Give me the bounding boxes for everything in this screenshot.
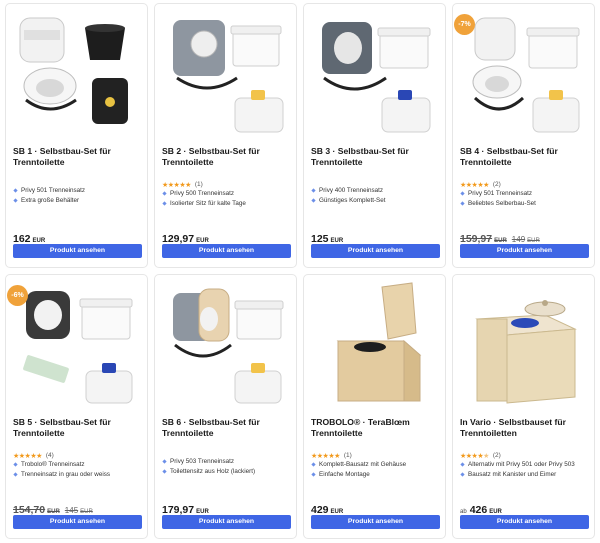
product-card[interactable]: SB 6 · Selbstbau-Set für Trenntoilette P… xyxy=(154,274,297,539)
feature-item: Trenneinsatz in grau oder weiss xyxy=(13,470,145,480)
discount-badge: -7% xyxy=(454,14,475,35)
price-strike: 145 xyxy=(64,506,79,515)
product-title[interactable]: SB 5 · Selbstbau-Set für Trenntoilette xyxy=(13,417,145,439)
feature-item: Alternativ mit Privy 501 oder Privy 503 xyxy=(460,460,592,470)
view-product-button[interactable]: Produkt ansehen xyxy=(311,515,440,529)
view-product-button[interactable]: Produkt ansehen xyxy=(162,244,291,258)
toilet-seat-bucket-tank-icon xyxy=(19,17,128,124)
feature-item: Trobolo® Trenneinsatz xyxy=(13,460,145,470)
feature-item: Beliebtes Selberbau-Set xyxy=(460,199,592,209)
product-image[interactable] xyxy=(10,279,145,407)
product-image[interactable] xyxy=(457,279,592,407)
product-card[interactable]: In Vario · Selbstbauset für Trenntoilett… xyxy=(452,274,595,539)
product-card[interactable]: -6% SB 5 · Selbstbau-Set für Trenntoilet… xyxy=(5,274,148,539)
separator-canister-icon xyxy=(322,22,431,133)
review-count: (2) xyxy=(492,452,501,459)
review-count: (4) xyxy=(45,452,54,459)
wooden-toilet-box-icon xyxy=(475,300,577,404)
toilet-seat-canister-icon xyxy=(472,17,580,133)
wooden-toilet-box-icon xyxy=(336,282,422,402)
product-title[interactable]: SB 1 · Selbstbau-Set für Trenntoilette xyxy=(13,146,145,168)
product-image[interactable] xyxy=(159,8,294,136)
view-product-button[interactable]: Produkt ansehen xyxy=(460,244,589,258)
feature-list: Privy 400 Trenneinsatz Günstiges Komplet… xyxy=(311,186,443,205)
view-product-button[interactable]: Produkt ansehen xyxy=(311,244,440,258)
price-strike: 149 xyxy=(511,235,526,244)
star-rating-icon: ★★★★★ xyxy=(311,452,340,460)
rating: ★★★★★ (4) xyxy=(13,451,54,460)
feature-item: Toilettensitz aus Holz (lackiert) xyxy=(162,467,294,477)
review-count: (1) xyxy=(194,181,203,188)
rating: ★★★★★ (2) xyxy=(460,451,501,460)
product-card[interactable]: -7% SB 4 · Selbstbau-Set für Trenntoilet… xyxy=(452,3,595,268)
view-product-button[interactable]: Produkt ansehen xyxy=(13,244,142,258)
product-card[interactable]: SB 1 · Selbstbau-Set für Trenntoilette P… xyxy=(5,3,148,268)
product-title[interactable]: SB 3 · Selbstbau-Set für Trenntoilette xyxy=(311,146,443,168)
feature-item: Bausatz mit Kanister und Eimer xyxy=(460,470,592,480)
feature-item: Privy 503 Trenneinsatz xyxy=(162,457,294,467)
feature-item: Privy 501 Trenneinsatz xyxy=(460,189,592,199)
feature-item: Einfache Montage xyxy=(311,470,443,480)
product-card[interactable]: SB 2 · Selbstbau-Set für Trenntoilette ★… xyxy=(154,3,297,268)
feature-item: Privy 501 Trenneinsatz xyxy=(13,186,145,196)
feature-list: Komplett-Bausatz mit Gehäuse Einfache Mo… xyxy=(311,460,443,479)
product-card[interactable]: SB 3 · Selbstbau-Set für Trenntoilette P… xyxy=(303,3,446,268)
feature-list: Alternativ mit Privy 501 oder Privy 503 … xyxy=(460,460,592,479)
product-image[interactable] xyxy=(10,8,145,136)
feature-item: Privy 500 Trenneinsatz xyxy=(162,189,294,199)
star-rating-icon: ★★★★★ xyxy=(13,452,42,460)
product-image[interactable] xyxy=(308,279,443,407)
rating: ★★★★★ (1) xyxy=(311,451,352,460)
product-image[interactable] xyxy=(159,279,294,407)
separator-canister-icon xyxy=(173,20,284,133)
star-rating-icon: ★★★★★ xyxy=(460,181,489,189)
separator-canister-icon xyxy=(23,291,133,404)
product-image[interactable] xyxy=(308,8,443,136)
product-title[interactable]: TROBOLO® · TeraBlœm Trenntoilette xyxy=(311,417,443,439)
star-rating-icon: ★★★★★ xyxy=(460,452,489,460)
product-title[interactable]: SB 6 · Selbstbau-Set für Trenntoilette xyxy=(162,417,294,439)
product-image[interactable] xyxy=(457,8,592,136)
view-product-button[interactable]: Produkt ansehen xyxy=(13,515,142,529)
feature-list: Trobolo® Trenneinsatz Trenneinsatz in gr… xyxy=(13,460,145,479)
feature-item: Privy 400 Trenneinsatz xyxy=(311,186,443,196)
star-rating-icon: ★★★★★ xyxy=(162,181,191,189)
product-title[interactable]: SB 2 · Selbstbau-Set für Trenntoilette xyxy=(162,146,294,168)
rating: ★★★★★ (1) xyxy=(162,180,203,189)
discount-badge: -6% xyxy=(7,285,28,306)
product-card[interactable]: TROBOLO® · TeraBlœm Trenntoilette ★★★★★ … xyxy=(303,274,446,539)
feature-list: Privy 500 Trenneinsatz Isolierter Sitz f… xyxy=(162,189,294,208)
product-title[interactable]: In Vario · Selbstbauset für Trenntoilett… xyxy=(460,417,592,439)
feature-item: Günstiges Komplett-Set xyxy=(311,196,443,206)
product-grid: SB 1 · Selbstbau-Set für Trenntoilette P… xyxy=(5,3,595,540)
feature-item: Isolierter Sitz für kalte Tage xyxy=(162,199,294,209)
feature-list: Privy 501 Trenneinsatz Beliebtes Selberb… xyxy=(460,189,592,208)
product-title[interactable]: SB 4 · Selbstbau-Set für Trenntoilette xyxy=(460,146,592,168)
rating: ★★★★★ (2) xyxy=(460,180,501,189)
separator-canister-icon xyxy=(173,288,284,404)
feature-list: Privy 501 Trenneinsatz Extra große Behäl… xyxy=(13,186,145,205)
view-product-button[interactable]: Produkt ansehen xyxy=(460,515,589,529)
feature-list: Privy 503 Trenneinsatz Toilettensitz aus… xyxy=(162,457,294,476)
feature-item: Extra große Behälter xyxy=(13,196,145,206)
view-product-button[interactable]: Produkt ansehen xyxy=(162,515,291,529)
review-count: (1) xyxy=(343,452,352,459)
feature-item: Komplett-Bausatz mit Gehäuse xyxy=(311,460,443,470)
review-count: (2) xyxy=(492,181,501,188)
